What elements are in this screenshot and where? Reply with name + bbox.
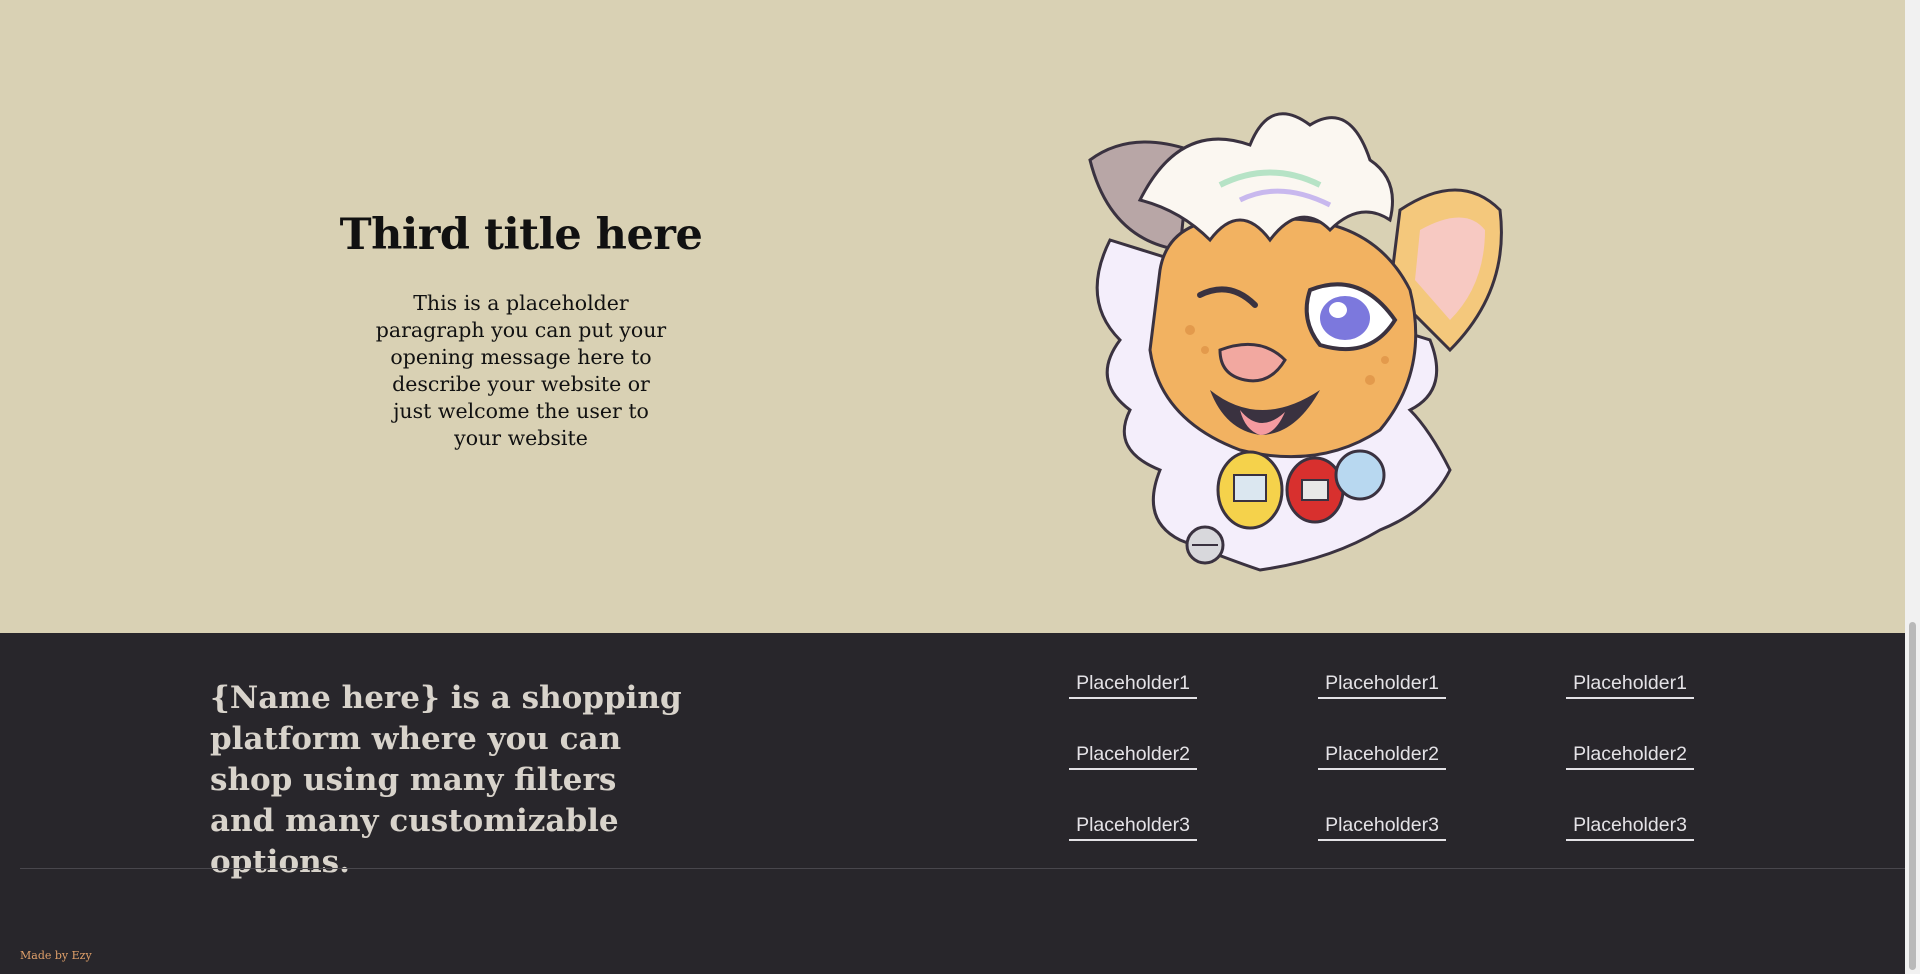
page: Third title here This is a placeholder p… <box>0 0 1905 974</box>
footer-tagline: {Name here} is a shopping platform where… <box>210 680 682 880</box>
footer-divider <box>20 868 1905 869</box>
footer-link-col1-3[interactable]: Placeholder3 <box>1069 813 1197 841</box>
footer-link-col3-2[interactable]: Placeholder2 <box>1566 742 1694 770</box>
footer-link-col2-1[interactable]: Placeholder1 <box>1318 671 1446 699</box>
lion-mascot-illustration <box>1088 112 1503 572</box>
scrollbar-thumb[interactable] <box>1909 622 1916 970</box>
page-scrollbar[interactable] <box>1905 0 1920 974</box>
footer: {Name here} is a shopping platform where… <box>0 633 1905 974</box>
footer-link-col3-3[interactable]: Placeholder3 <box>1566 813 1694 841</box>
hero-title: Third title here <box>339 210 703 260</box>
hero-text-block: Third title here This is a placeholder p… <box>316 210 726 452</box>
footer-column-3: Placeholder1 Placeholder2 Placeholder3 <box>1560 671 1700 884</box>
footer-link-col1-1[interactable]: Placeholder1 <box>1069 671 1197 699</box>
hero-paragraph: This is a placeholder paragraph you can … <box>375 291 667 450</box>
made-by-credit: Made by Ezy <box>20 949 92 962</box>
footer-link-col1-2[interactable]: Placeholder2 <box>1069 742 1197 770</box>
footer-column-1: Placeholder1 Placeholder2 Placeholder3 <box>1063 671 1203 884</box>
footer-link-col2-3[interactable]: Placeholder3 <box>1318 813 1446 841</box>
footer-column-2: Placeholder1 Placeholder2 Placeholder3 <box>1312 671 1452 884</box>
footer-link-col2-2[interactable]: Placeholder2 <box>1318 742 1446 770</box>
footer-link-col3-1[interactable]: Placeholder1 <box>1566 671 1694 699</box>
hero-section: Third title here This is a placeholder p… <box>0 0 1905 633</box>
